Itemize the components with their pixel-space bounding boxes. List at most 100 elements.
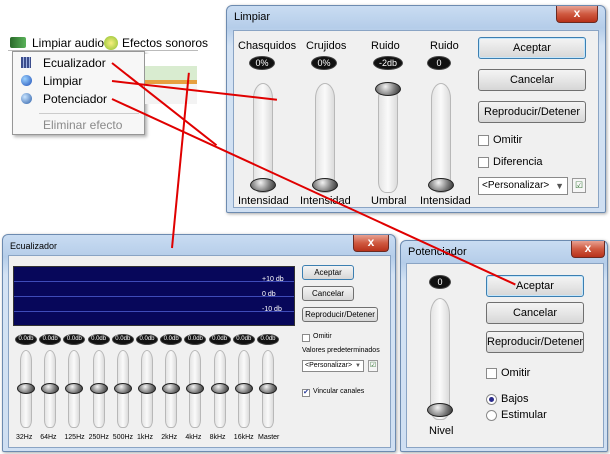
cancel-button[interactable]: Cancelar — [478, 69, 586, 91]
omit-label: Omitir — [493, 134, 523, 146]
eq-band-knob[interactable] — [234, 383, 253, 394]
preset-select[interactable]: <Personalizar> ▼ — [302, 360, 364, 372]
crujidos-slider[interactable] — [315, 83, 335, 193]
eq-band-knob[interactable] — [259, 383, 277, 394]
eq-band: 0.0db 16kHz — [232, 332, 257, 449]
close-button[interactable]: x — [556, 6, 598, 23]
nivel-value: 0 — [429, 275, 451, 289]
eq-band-knob[interactable] — [89, 383, 108, 394]
ruido-label-1: Ruido — [371, 40, 400, 52]
omit-checkbox[interactable] — [302, 334, 310, 342]
potenciador-body: 0 Nivel Aceptar Cancelar Reproducir/Dete… — [406, 263, 604, 448]
limpiar-window: Limpiar x Chasquidos 0% Intensidad Cruji… — [226, 5, 606, 213]
link-channels-checkbox[interactable]: ✔ — [302, 389, 310, 397]
ruido-intensidad-footer: Intensidad — [420, 195, 471, 207]
eq-band-knob[interactable] — [138, 383, 156, 394]
ruido-intensidad-value: 0 — [427, 56, 451, 70]
eq-grid-line — [14, 311, 294, 312]
eq-band: 0.0db 4kHz — [184, 332, 208, 449]
crujidos-label: Crujidos — [306, 40, 347, 52]
window-title: Ecualizador — [10, 241, 58, 251]
eq-band-label: 32Hz — [16, 434, 33, 441]
eq-band-value: 0.0db — [87, 334, 110, 345]
omit-checkbox[interactable] — [478, 135, 489, 146]
bajos-radio[interactable] — [486, 394, 497, 405]
accept-button[interactable]: Aceptar — [302, 265, 354, 280]
difference-checkbox[interactable] — [478, 157, 489, 168]
play-stop-button[interactable]: Reproducir/Detener — [478, 101, 586, 123]
eq-display: +10 db 0 db -10 db — [13, 266, 295, 326]
ecualizador-window: Ecualizador x +10 db 0 db -10 db Aceptar… — [2, 234, 396, 452]
menu-efectos-sonoros[interactable]: Efectos sonoros — [122, 36, 208, 50]
chasquidos-knob[interactable] — [250, 178, 276, 192]
db-minus10: -10 db — [262, 306, 282, 313]
globe-icon — [21, 75, 32, 86]
preset-value: <Personalizar> — [482, 180, 550, 191]
menu-item-eliminar-efecto[interactable]: Eliminar efecto — [43, 118, 122, 132]
omit-label: Omitir — [313, 333, 332, 340]
estimular-label: Estimular — [501, 409, 547, 421]
omit-label: Omitir — [501, 367, 531, 379]
eq-band-knob[interactable] — [17, 383, 35, 394]
close-button[interactable]: x — [353, 235, 389, 252]
eq-band-knob[interactable] — [113, 383, 132, 394]
eq-band-knob[interactable] — [210, 383, 229, 394]
play-stop-button[interactable]: Reproducir/Detener — [486, 331, 584, 353]
preset-value: <Personalizar> — [305, 362, 353, 369]
eq-band: 0.0db 32Hz — [15, 332, 39, 449]
eq-band-value: 0.0db — [257, 334, 279, 345]
potenciador-window: Potenciador x 0 Nivel Aceptar Cancelar R… — [400, 240, 608, 452]
cancel-button[interactable]: Cancelar — [486, 302, 584, 324]
eq-band-knob[interactable] — [65, 383, 84, 394]
db-plus10: +10 db — [262, 276, 284, 283]
accept-button[interactable]: Aceptar — [478, 37, 586, 59]
eq-band-knob[interactable] — [162, 383, 181, 394]
eq-grid-line — [14, 296, 294, 297]
save-preset-icon[interactable]: ☑ — [572, 178, 586, 193]
eq-band-value: 0.0db — [63, 334, 86, 345]
eq-band-knob[interactable] — [41, 383, 60, 394]
omit-checkbox[interactable] — [486, 368, 497, 379]
equalizer-icon — [21, 57, 31, 68]
link-channels-label: Vincular canales — [313, 388, 365, 395]
eq-band-label: 8kHz — [209, 434, 226, 441]
cancel-button[interactable]: Cancelar — [302, 286, 354, 301]
crujidos-knob[interactable] — [312, 178, 338, 192]
menu-item-ecualizador[interactable]: Ecualizador — [13, 54, 144, 72]
menu-limpiar-audio[interactable]: Limpiar audio — [32, 36, 104, 50]
ruido-intensidad-knob[interactable] — [428, 178, 454, 192]
preset-select[interactable]: <Personalizar> ▼ — [478, 177, 568, 195]
ruido-label-2: Ruido — [430, 40, 459, 52]
crujidos-value: 0% — [311, 56, 337, 70]
nivel-slider[interactable] — [430, 298, 450, 420]
effects-context-menu: Ecualizador Limpiar Potenciador Eliminar… — [12, 51, 145, 135]
ruido-umbral-slider[interactable] — [378, 83, 398, 193]
eq-band-value: 0.0db — [184, 334, 207, 345]
eq-band: 0.0db Master — [257, 332, 281, 449]
ruido-intensidad-slider[interactable] — [431, 83, 451, 193]
ecualizador-body: +10 db 0 db -10 db Aceptar Cancelar Repr… — [8, 255, 391, 448]
eq-band-knob[interactable] — [186, 383, 205, 394]
eq-band: 0.0db 1kHz — [136, 332, 160, 449]
close-button[interactable]: x — [571, 241, 605, 258]
eq-band-value: 0.0db — [15, 334, 37, 345]
chasquidos-label: Chasquidos — [238, 40, 297, 52]
eq-band: 0.0db 64Hz — [39, 332, 63, 449]
sound-effects-icon — [104, 36, 118, 50]
menubar: Limpiar audio Efectos sonoros — [8, 35, 208, 51]
chevron-down-icon: ▼ — [355, 363, 361, 369]
db-zero: 0 db — [262, 291, 276, 298]
clean-audio-icon — [10, 37, 26, 48]
eq-grid-line — [14, 281, 294, 282]
save-preset-icon[interactable]: ☑ — [368, 360, 378, 372]
estimular-radio[interactable] — [486, 410, 497, 421]
eq-band-label: 16kHz — [233, 434, 254, 441]
eq-band-label: 500Hz — [112, 434, 134, 441]
ruido-umbral-value: -2db — [373, 56, 403, 70]
difference-label: Diferencia — [493, 156, 543, 168]
nivel-knob[interactable] — [427, 403, 453, 417]
play-stop-button[interactable]: Reproducir/Detener — [302, 307, 378, 322]
ruido-umbral-knob[interactable] — [375, 82, 401, 96]
ruido-umbral-footer: Umbral — [371, 195, 407, 207]
eq-band-label: 64Hz — [40, 434, 57, 441]
